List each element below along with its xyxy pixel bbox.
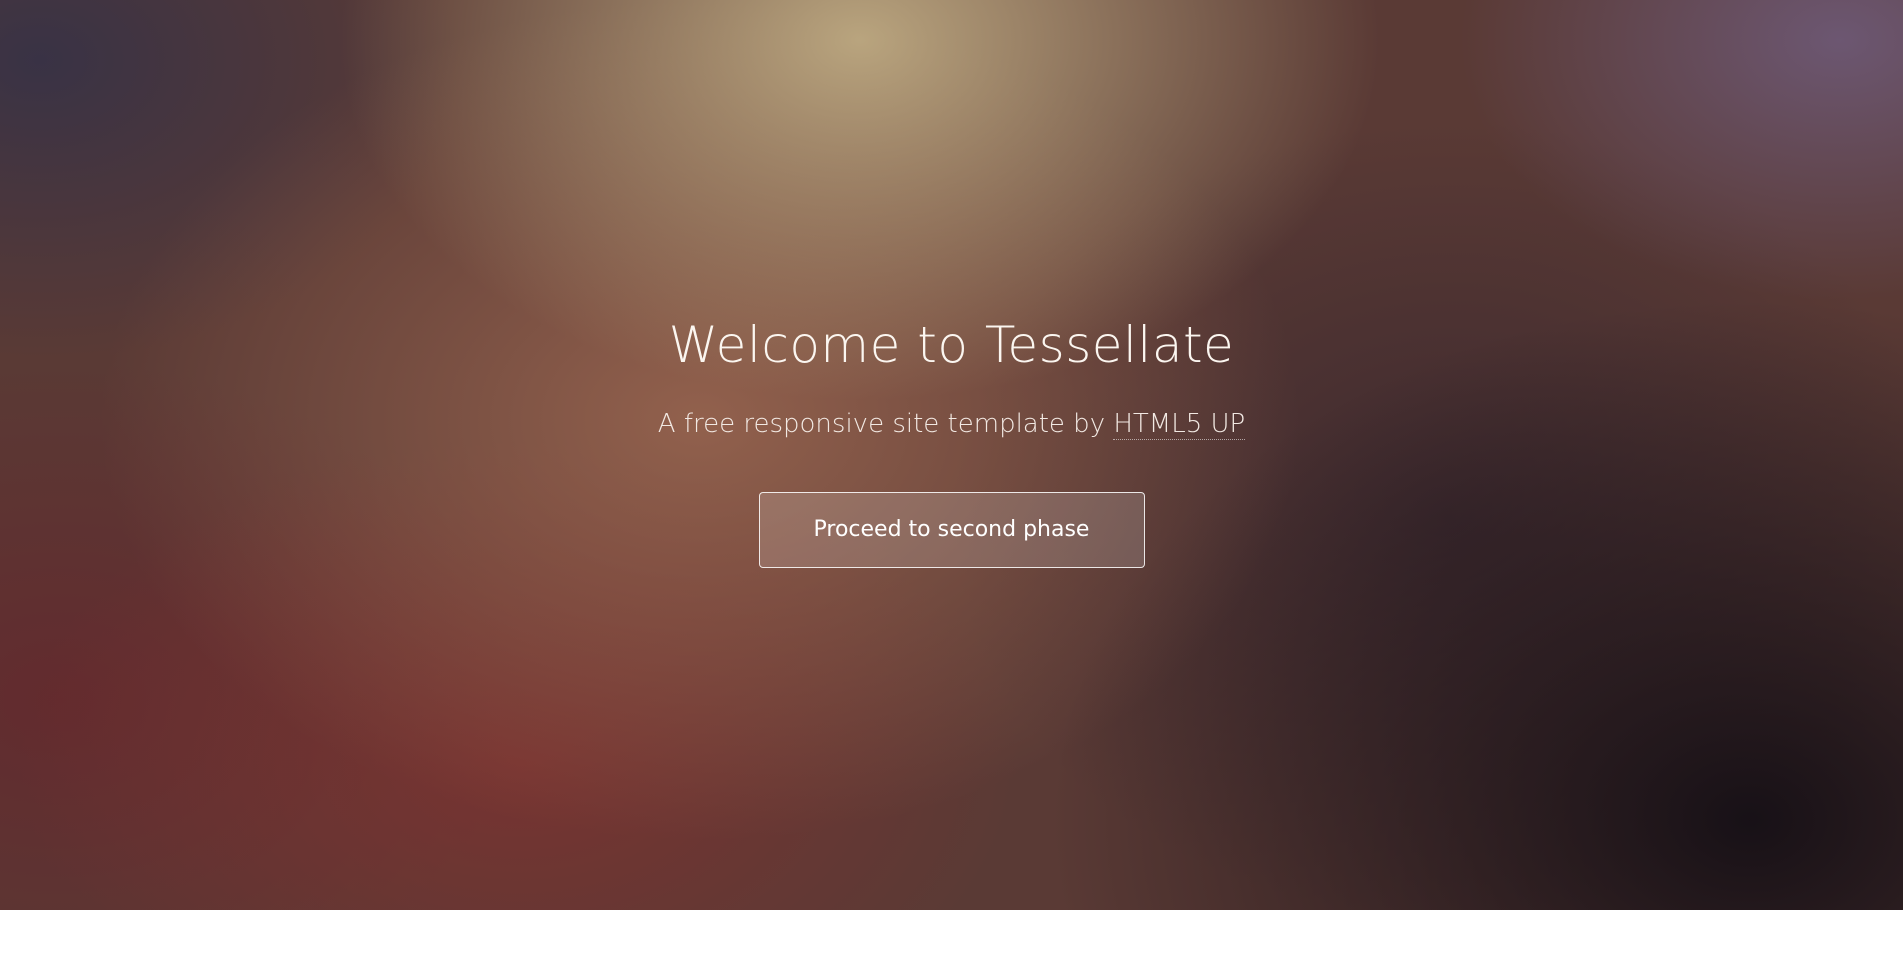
hero-content: Welcome to Tessellate A free responsive … [0,310,1903,568]
hero-subtitle-text: A free responsive site template by [657,409,1114,439]
hero-banner: Welcome to Tessellate A free responsive … [0,0,1903,910]
hero-title: Welcome to Tessellate [668,316,1235,374]
hero-subtitle: A free responsive site template by HTML5… [0,404,1903,444]
proceed-button[interactable]: Proceed to second phase [758,492,1145,568]
html5up-link[interactable]: HTML5 UP [1113,409,1246,440]
